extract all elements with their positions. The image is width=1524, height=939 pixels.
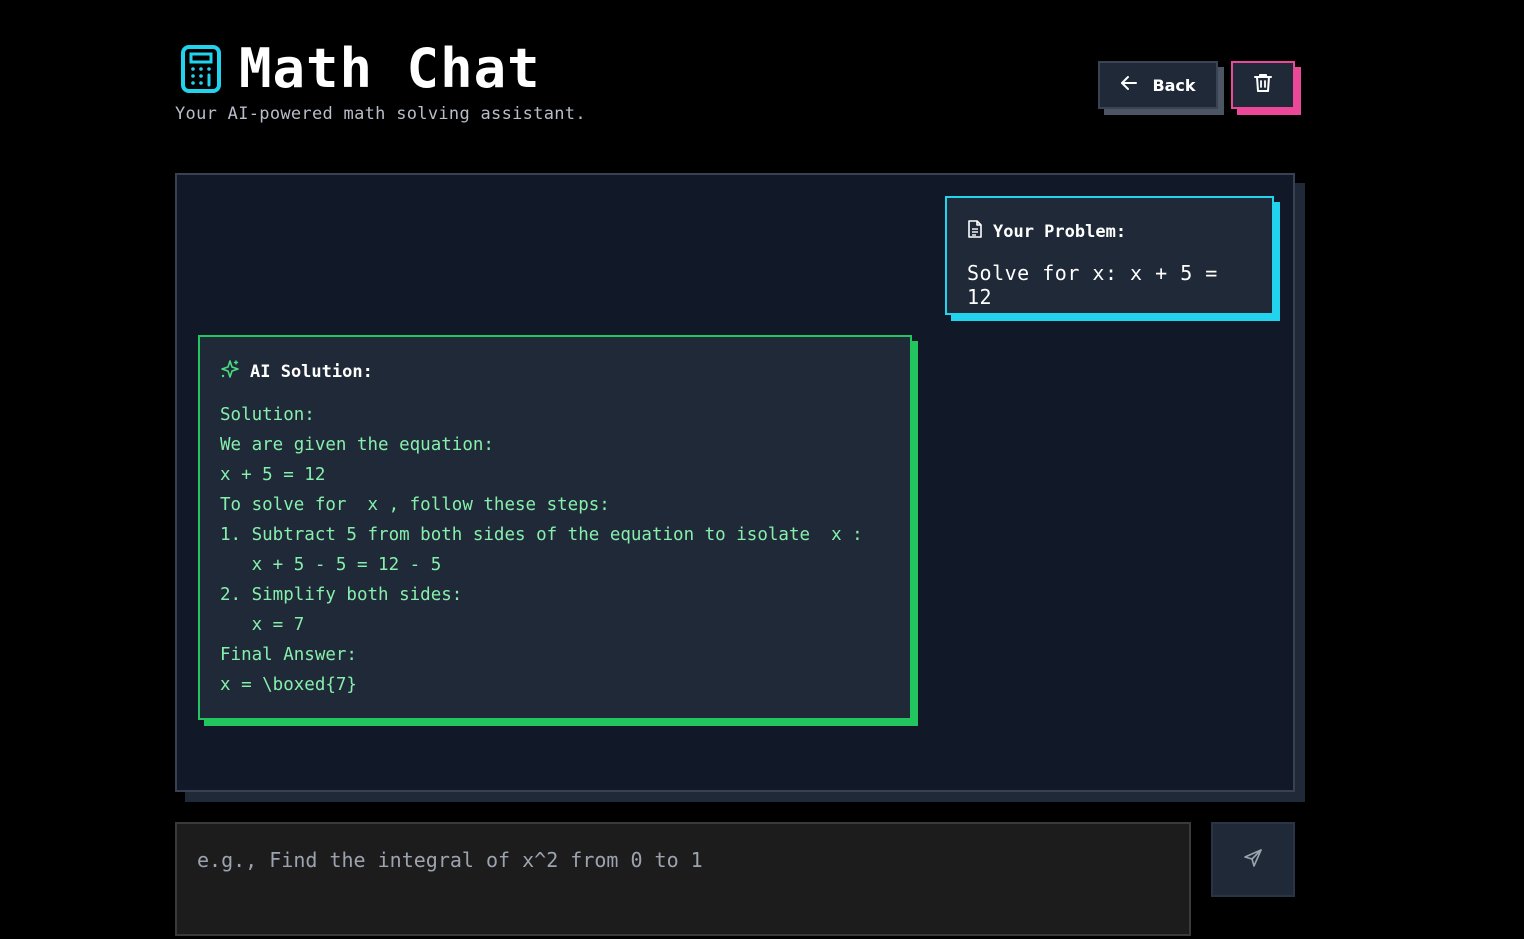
send-icon	[1243, 848, 1263, 872]
ai-solution-body: Solution: We are given the equation: x +…	[220, 400, 890, 700]
solution-line: Solution:	[220, 405, 315, 425]
user-message-header: Your Problem:	[967, 220, 1252, 243]
clear-chat-button[interactable]	[1231, 61, 1295, 109]
document-icon	[967, 220, 983, 243]
solution-line: To solve for x , follow these steps:	[220, 495, 610, 515]
chat-panel[interactable]: Your Problem: Solve for x: x + 5 = 12 AI…	[175, 173, 1295, 792]
solution-line: x + 5 - 5 = 12 - 5	[220, 555, 442, 575]
back-button-label: Back	[1152, 75, 1196, 95]
solution-line: x = \boxed{7}	[220, 675, 357, 695]
user-message: Your Problem: Solve for x: x + 5 = 12	[945, 196, 1274, 315]
user-message-heading: Your Problem:	[993, 221, 1127, 242]
ai-message: AI Solution: Solution: We are given the …	[198, 335, 912, 720]
arrow-left-icon	[1120, 75, 1138, 95]
solution-line: 1. Subtract 5 from both sides of the equ…	[220, 525, 863, 545]
user-message-text: Solve for x: x + 5 = 12	[967, 261, 1218, 309]
page-header: Math Chat Your AI-powered math solving a…	[175, 40, 1300, 140]
calculator-icon	[175, 41, 227, 97]
page-title: Math Chat	[239, 37, 541, 100]
send-button[interactable]	[1211, 822, 1295, 897]
solution-line: 2. Simplify both sides:	[220, 585, 463, 605]
back-button[interactable]: Back	[1098, 61, 1218, 109]
solution-line: Final Answer:	[220, 645, 357, 665]
trash-icon	[1254, 73, 1272, 97]
problem-input-container	[175, 822, 1191, 936]
ai-message-heading: AI Solution:	[250, 361, 373, 382]
ai-message-header: AI Solution:	[220, 359, 890, 384]
solution-line: x + 5 = 12	[220, 465, 326, 485]
problem-input[interactable]	[197, 848, 1169, 910]
solution-line: We are given the equation:	[220, 435, 494, 455]
solution-line: x = 7	[220, 615, 305, 635]
sparkle-icon	[220, 359, 240, 384]
